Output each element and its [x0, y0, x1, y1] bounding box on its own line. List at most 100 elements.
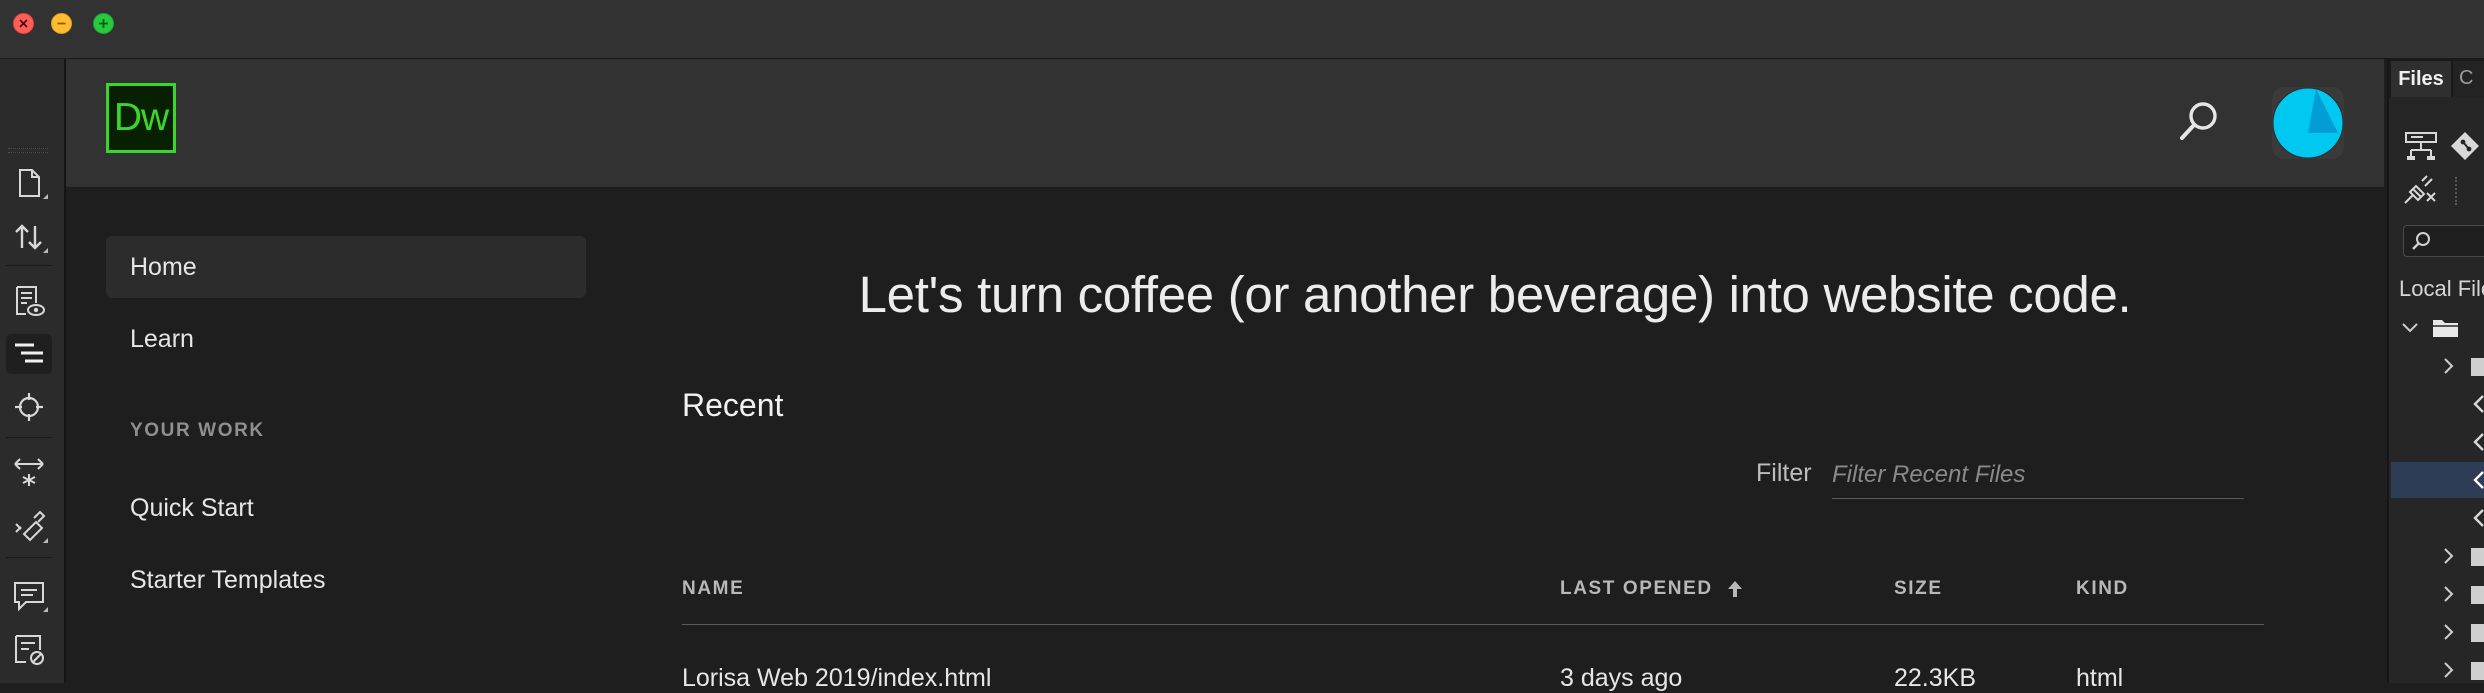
- app-logo: Dw: [106, 83, 176, 153]
- recent-file-last-opened: 3 days ago: [1560, 664, 1683, 692]
- nav-learn-label: Learn: [130, 324, 194, 353]
- nav-learn[interactable]: Learn: [106, 308, 586, 370]
- tree-row-folder[interactable]: [2391, 348, 2484, 384]
- chevron-down-icon: [2402, 323, 2418, 333]
- recent-file-name[interactable]: Lorisa Web 2019/index.html: [682, 664, 991, 693]
- column-header-last-opened[interactable]: LAST OPENED: [1560, 578, 1743, 600]
- nav-home-label: Home: [130, 252, 197, 281]
- tab-files-label: Files: [2398, 67, 2444, 90]
- column-header-last-opened-label: LAST OPENED: [1560, 578, 1713, 599]
- folder-icon: [2471, 662, 2484, 680]
- folder-icon: [2471, 358, 2484, 376]
- nav-home[interactable]: Home: [106, 236, 586, 298]
- tree-row-folder[interactable]: [2391, 576, 2484, 612]
- dom-panel-icon: [15, 343, 43, 363]
- column-header-name-label: NAME: [682, 578, 745, 599]
- validate-icon: [15, 635, 44, 665]
- nav-quick-start-label: Quick Start: [130, 493, 254, 522]
- column-header-size[interactable]: SIZE: [1894, 578, 1943, 600]
- chevron-right-icon: [2444, 358, 2454, 374]
- code-file-icon: [2473, 433, 2484, 451]
- chevron-right-icon: [2444, 624, 2454, 640]
- code-file-icon: [2473, 471, 2484, 489]
- your-work-heading: YOUR WORK: [130, 420, 265, 441]
- search-button[interactable]: [2174, 93, 2224, 149]
- inspect-icon: [15, 393, 43, 421]
- column-header-name[interactable]: NAME: [682, 578, 744, 600]
- code-file-icon: [2473, 509, 2484, 527]
- file-transfer-button[interactable]: [6, 217, 52, 257]
- toolbar-separator: [2455, 177, 2458, 205]
- column-header-kind-label: KIND: [2076, 578, 2129, 599]
- home-screen: Dw Home Learn YOUR WORK Quick Start Star…: [66, 59, 2384, 692]
- tree-row-html-file[interactable]: [2391, 424, 2484, 460]
- extract-icon: [15, 510, 46, 542]
- chevron-right-icon: [2444, 662, 2454, 678]
- nav-starter-templates-label: Starter Templates: [130, 565, 326, 594]
- folder-icon: [2471, 624, 2484, 642]
- git-button[interactable]: [2445, 127, 2484, 165]
- column-header-kind[interactable]: KIND: [2076, 578, 2129, 600]
- disconnect-button[interactable]: [2397, 171, 2441, 209]
- validate-button[interactable]: [6, 629, 52, 669]
- window-titlebar: [0, 0, 2484, 59]
- minimize-window-button[interactable]: [51, 13, 72, 34]
- toolbar-grip[interactable]: [8, 148, 48, 153]
- sort-ascending-icon: [1727, 581, 1742, 597]
- site-setup-button[interactable]: [2399, 127, 2443, 165]
- tree-row-html-file[interactable]: [2391, 500, 2484, 536]
- site-setup-icon: [2405, 132, 2437, 160]
- tree-row-folder[interactable]: [2391, 614, 2484, 650]
- code-file-icon: [2473, 395, 2484, 413]
- search-icon: [2412, 232, 2430, 250]
- tree-row-html-file[interactable]: [2391, 386, 2484, 422]
- comment-icon: [14, 582, 44, 612]
- file-transfer-icon: [15, 224, 42, 250]
- minimize-icon: [57, 22, 66, 25]
- comment-button[interactable]: [6, 576, 52, 616]
- chevron-right-icon: [2444, 548, 2454, 564]
- live-view-icon: [16, 286, 45, 316]
- new-document-button[interactable]: [6, 163, 52, 203]
- element-resize-icon: [14, 458, 44, 486]
- filter-recent-files-input[interactable]: [1832, 451, 2244, 499]
- nav-quick-start[interactable]: Quick Start: [106, 477, 586, 539]
- search-icon: [2180, 102, 2217, 140]
- extract-button[interactable]: [6, 507, 52, 547]
- tab-files[interactable]: Files: [2391, 61, 2451, 97]
- recent-file-size: 22.3KB: [1894, 664, 1977, 692]
- live-view-button[interactable]: [6, 281, 52, 321]
- tab-secondary-label: C: [2459, 67, 2474, 89]
- local-files-label: Local Files: [2399, 276, 2484, 301]
- avatar-icon: [2272, 87, 2344, 159]
- maximize-icon: [99, 19, 108, 28]
- welcome-headline: Let's turn coffee (or another beverage) …: [858, 266, 2132, 323]
- recent-file-kind: html: [2076, 664, 2124, 692]
- tree-row-html-file-selected[interactable]: [2391, 462, 2484, 498]
- files-panel-tabbar: Files C: [2389, 59, 2484, 97]
- table-header-divider: [682, 624, 2264, 625]
- close-window-button[interactable]: [13, 13, 34, 34]
- avatar[interactable]: [2272, 87, 2344, 159]
- dom-panel-button[interactable]: [6, 334, 52, 374]
- column-header-size-label: SIZE: [1894, 578, 1943, 599]
- maximize-window-button[interactable]: [93, 13, 114, 34]
- element-resize-button[interactable]: [6, 451, 52, 491]
- disconnect-icon: [2404, 175, 2436, 204]
- chevron-right-icon: [2444, 586, 2454, 602]
- folder-icon: [2471, 548, 2484, 566]
- folder-icon: [2471, 586, 2484, 604]
- tree-row-folder[interactable]: [2391, 538, 2484, 574]
- inspect-button[interactable]: [6, 387, 52, 427]
- files-panel: Files C Local Files: [2387, 59, 2484, 683]
- files-search-input[interactable]: [2403, 225, 2484, 257]
- git-icon: [2451, 132, 2479, 160]
- tools-toolbar: [0, 59, 66, 683]
- new-document-icon: [19, 169, 40, 197]
- folder-open-icon: [2433, 320, 2459, 337]
- tree-row-root[interactable]: [2391, 310, 2484, 346]
- filter-label: Filter: [1756, 459, 1812, 487]
- nav-starter-templates[interactable]: Starter Templates: [106, 549, 586, 611]
- tab-secondary[interactable]: C: [2453, 61, 2484, 97]
- home-header: Dw: [66, 59, 2384, 187]
